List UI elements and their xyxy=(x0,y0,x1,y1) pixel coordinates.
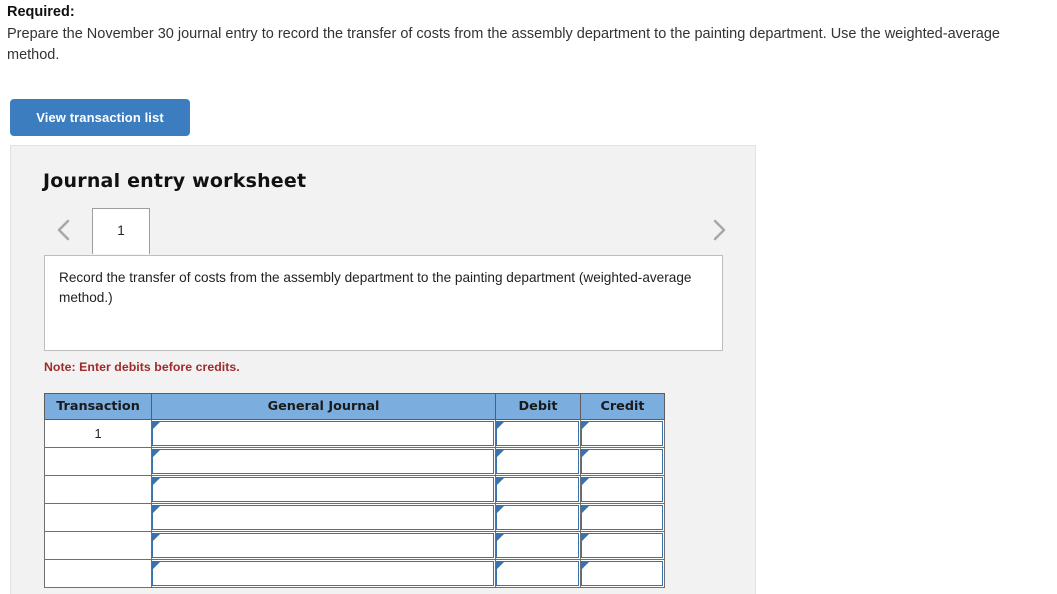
column-header-debit: Debit xyxy=(495,393,581,420)
debit-input[interactable] xyxy=(496,505,579,530)
cell-dropdown-marker-icon xyxy=(153,478,160,485)
general-journal-input[interactable] xyxy=(152,449,494,474)
cell-dropdown-marker-icon xyxy=(582,506,589,513)
table-row xyxy=(44,447,665,476)
required-block: Required: Prepare the November 30 journa… xyxy=(7,2,1053,65)
cell-dropdown-marker-icon xyxy=(497,506,504,513)
cell-dropdown-marker-icon xyxy=(497,478,504,485)
cell-dropdown-marker-icon xyxy=(582,534,589,541)
general-journal-input[interactable] xyxy=(152,533,494,558)
transaction-number-cell xyxy=(44,447,152,476)
worksheet-tab-1[interactable]: 1 xyxy=(92,208,150,254)
cell-dropdown-marker-icon xyxy=(582,562,589,569)
cell-dropdown-marker-icon xyxy=(582,450,589,457)
cell-dropdown-marker-icon xyxy=(497,562,504,569)
cell-dropdown-marker-icon xyxy=(153,506,160,513)
debit-input[interactable] xyxy=(496,421,579,446)
debit-cell[interactable] xyxy=(495,503,581,532)
credit-cell[interactable] xyxy=(580,447,665,476)
debit-cell[interactable] xyxy=(495,531,581,560)
general-journal-cell[interactable] xyxy=(151,419,496,448)
required-label: Required: xyxy=(7,4,75,20)
table-row xyxy=(44,503,665,532)
credit-input[interactable] xyxy=(581,505,663,530)
cell-dropdown-marker-icon xyxy=(153,422,160,429)
cell-dropdown-marker-icon xyxy=(582,478,589,485)
column-header-credit: Credit xyxy=(580,393,665,420)
cell-dropdown-marker-icon xyxy=(497,450,504,457)
transaction-number-cell: 1 xyxy=(44,419,152,448)
debit-input[interactable] xyxy=(496,533,579,558)
worksheet-title: Journal entry worksheet xyxy=(43,170,307,192)
worksheet-tab-strip: 1 xyxy=(43,208,733,256)
journal-table-container: Transaction General Journal Debit Credit… xyxy=(44,393,665,588)
journal-entry-worksheet-panel: Journal entry worksheet 1 Record the tra… xyxy=(10,145,756,594)
cell-dropdown-marker-icon xyxy=(582,422,589,429)
debit-cell[interactable] xyxy=(495,475,581,504)
credit-cell[interactable] xyxy=(580,531,665,560)
debit-input[interactable] xyxy=(496,449,579,474)
general-journal-cell[interactable] xyxy=(151,503,496,532)
debit-cell[interactable] xyxy=(495,419,581,448)
chevron-left-icon[interactable] xyxy=(51,215,77,245)
chevron-right-icon[interactable] xyxy=(706,215,732,245)
table-header-row: Transaction General Journal Debit Credit xyxy=(44,393,665,420)
journal-entry-table: Transaction General Journal Debit Credit… xyxy=(44,393,665,588)
table-row xyxy=(44,531,665,560)
general-journal-cell[interactable] xyxy=(151,447,496,476)
debit-cell[interactable] xyxy=(495,559,581,588)
credit-input[interactable] xyxy=(581,477,663,502)
credit-cell[interactable] xyxy=(580,503,665,532)
debit-input[interactable] xyxy=(496,477,579,502)
credit-input[interactable] xyxy=(581,449,663,474)
general-journal-input[interactable] xyxy=(152,505,494,530)
view-transaction-list-button[interactable]: View transaction list xyxy=(10,99,190,136)
debits-before-credits-note: Note: Enter debits before credits. xyxy=(44,360,240,374)
general-journal-cell[interactable] xyxy=(151,531,496,560)
cell-dropdown-marker-icon xyxy=(153,534,160,541)
transaction-number-cell xyxy=(44,531,152,560)
general-journal-cell[interactable] xyxy=(151,559,496,588)
journal-table-body: 1 xyxy=(44,419,665,588)
transaction-number-cell xyxy=(44,559,152,588)
credit-input[interactable] xyxy=(581,421,663,446)
general-journal-input[interactable] xyxy=(152,477,494,502)
table-row xyxy=(44,559,665,588)
column-header-general-journal: General Journal xyxy=(151,393,496,420)
table-row: 1 xyxy=(44,419,665,448)
cell-dropdown-marker-icon xyxy=(497,534,504,541)
credit-cell[interactable] xyxy=(580,419,665,448)
general-journal-input[interactable] xyxy=(152,561,494,586)
credit-input[interactable] xyxy=(581,533,663,558)
cell-dropdown-marker-icon xyxy=(153,450,160,457)
debit-input[interactable] xyxy=(496,561,579,586)
column-header-transaction: Transaction xyxy=(44,393,152,420)
worksheet-description-box: Record the transfer of costs from the as… xyxy=(44,255,723,351)
transaction-number-cell xyxy=(44,475,152,504)
credit-input[interactable] xyxy=(581,561,663,586)
debit-cell[interactable] xyxy=(495,447,581,476)
table-row xyxy=(44,475,665,504)
required-instructions: Prepare the November 30 journal entry to… xyxy=(7,26,1000,63)
credit-cell[interactable] xyxy=(580,475,665,504)
transaction-number-cell xyxy=(44,503,152,532)
credit-cell[interactable] xyxy=(580,559,665,588)
worksheet-description-text: Record the transfer of costs from the as… xyxy=(59,270,692,305)
cell-dropdown-marker-icon xyxy=(497,422,504,429)
general-journal-input[interactable] xyxy=(152,421,494,446)
cell-dropdown-marker-icon xyxy=(153,562,160,569)
general-journal-cell[interactable] xyxy=(151,475,496,504)
